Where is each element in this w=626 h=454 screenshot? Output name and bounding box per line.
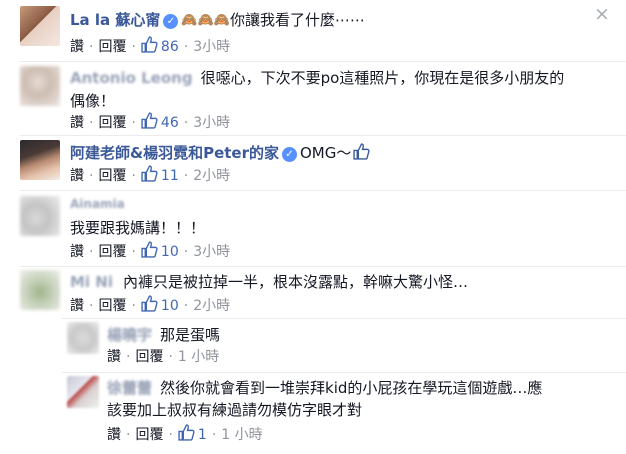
thumbs-up-icon[interactable] xyxy=(141,295,158,312)
comment-author[interactable]: 阿建老師&楊羽霓和Peter的家 xyxy=(70,144,279,162)
avatar[interactable] xyxy=(20,6,60,46)
reply-button[interactable]: 回覆 xyxy=(98,39,126,55)
avatar[interactable] xyxy=(20,270,60,310)
reply-text: 那是蛋嗎 xyxy=(160,326,221,344)
like-button[interactable]: 讚 xyxy=(107,427,121,443)
reply-author[interactable]: 楊曉宇 xyxy=(107,326,152,344)
timestamp[interactable]: 1 小時 xyxy=(178,349,219,365)
like-button[interactable]: 讚 xyxy=(107,349,121,365)
comment-actions: 讚 · 回覆 · 10 · 3小時 xyxy=(70,241,230,262)
comment-author[interactable]: Ainamia xyxy=(70,197,125,211)
comment-actions: 讚 · 回覆 · 10 · 2小時 xyxy=(70,295,230,316)
reply-author[interactable]: 徐蕾蕾 xyxy=(107,379,152,397)
timestamp[interactable]: 2小時 xyxy=(193,168,230,184)
comment-author[interactable]: Antonio Leong xyxy=(70,69,193,87)
reply-actions: 讚 · 回覆 · 1 · 1 小時 xyxy=(107,424,263,445)
avatar[interactable] xyxy=(20,140,60,180)
timestamp[interactable]: 1 小時 xyxy=(221,427,262,443)
verified-badge-icon: ✓ xyxy=(163,14,179,29)
comment-text: 你讓我看了什麼⋯⋯ xyxy=(229,11,365,29)
timestamp[interactable]: 3小時 xyxy=(193,39,230,55)
thumbs-up-emoji-icon xyxy=(353,143,370,160)
comment-text: OMG～ xyxy=(300,144,352,162)
comment-author[interactable]: La la 蘇心甯 xyxy=(70,11,160,29)
comment-author[interactable]: Mi Ni xyxy=(70,273,113,291)
reply-button[interactable]: 回覆 xyxy=(98,298,126,314)
avatar[interactable] xyxy=(20,66,60,106)
like-count[interactable]: 11 xyxy=(161,168,179,184)
like-button[interactable]: 讚 xyxy=(70,298,84,314)
reply-button[interactable]: 回覆 xyxy=(135,427,163,443)
thumbs-up-icon[interactable] xyxy=(141,165,158,182)
reply-text: 然後你就會看到一堆崇拜kid的小屁孩在學玩這個遊戲…應 xyxy=(160,379,543,397)
reply-button[interactable]: 回覆 xyxy=(98,244,126,260)
close-icon[interactable]: × xyxy=(592,4,612,24)
reply-actions: 讚 · 回覆 · 1 小時 xyxy=(107,349,220,365)
like-count[interactable]: 86 xyxy=(161,39,179,55)
comment-text: 內褲只是被拉掉一半，根本沒露點，幹嘛大驚小怪… xyxy=(123,273,469,291)
comment-actions: 讚 · 回覆 · 86 · 3小時 xyxy=(70,36,230,57)
like-count[interactable]: 10 xyxy=(161,244,179,260)
reply-button[interactable]: 回覆 xyxy=(135,349,163,365)
thumbs-up-icon[interactable] xyxy=(141,36,158,53)
timestamp[interactable]: 3小時 xyxy=(193,115,230,131)
comment-emoji: 🙈🙈🙈 xyxy=(181,13,230,28)
verified-badge-icon: ✓ xyxy=(282,147,297,162)
reply-button[interactable]: 回覆 xyxy=(98,168,126,184)
like-count[interactable]: 1 xyxy=(198,427,207,443)
avatar[interactable] xyxy=(67,376,99,408)
comment-actions: 讚 · 回覆 · 11 · 2小時 xyxy=(70,165,230,186)
reply-text: 該要加上叔叔有練過請勿模仿字眼才對 xyxy=(107,401,363,419)
reply-button[interactable]: 回覆 xyxy=(98,115,126,131)
thumbs-up-icon[interactable] xyxy=(141,241,158,258)
thumbs-up-icon[interactable] xyxy=(141,112,158,129)
like-button[interactable]: 讚 xyxy=(70,39,84,55)
like-count[interactable]: 46 xyxy=(161,115,179,131)
comment-text: 很噁心，下次不要po這種照片，你現在是很多小朋友的 xyxy=(200,69,565,87)
avatar[interactable] xyxy=(67,322,99,354)
like-count[interactable]: 10 xyxy=(161,298,179,314)
comment-actions: 讚 · 回覆 · 46 · 3小時 xyxy=(70,112,230,133)
like-button[interactable]: 讚 xyxy=(70,115,84,131)
comment-text: 偶像！ xyxy=(70,92,116,110)
avatar[interactable] xyxy=(20,196,60,236)
timestamp[interactable]: 2小時 xyxy=(193,298,230,314)
comment-text: 我要跟我媽講！！！ xyxy=(70,219,206,237)
thumbs-up-icon[interactable] xyxy=(178,424,195,441)
like-button[interactable]: 讚 xyxy=(70,244,84,260)
timestamp[interactable]: 3小時 xyxy=(193,244,230,260)
like-button[interactable]: 讚 xyxy=(70,168,84,184)
